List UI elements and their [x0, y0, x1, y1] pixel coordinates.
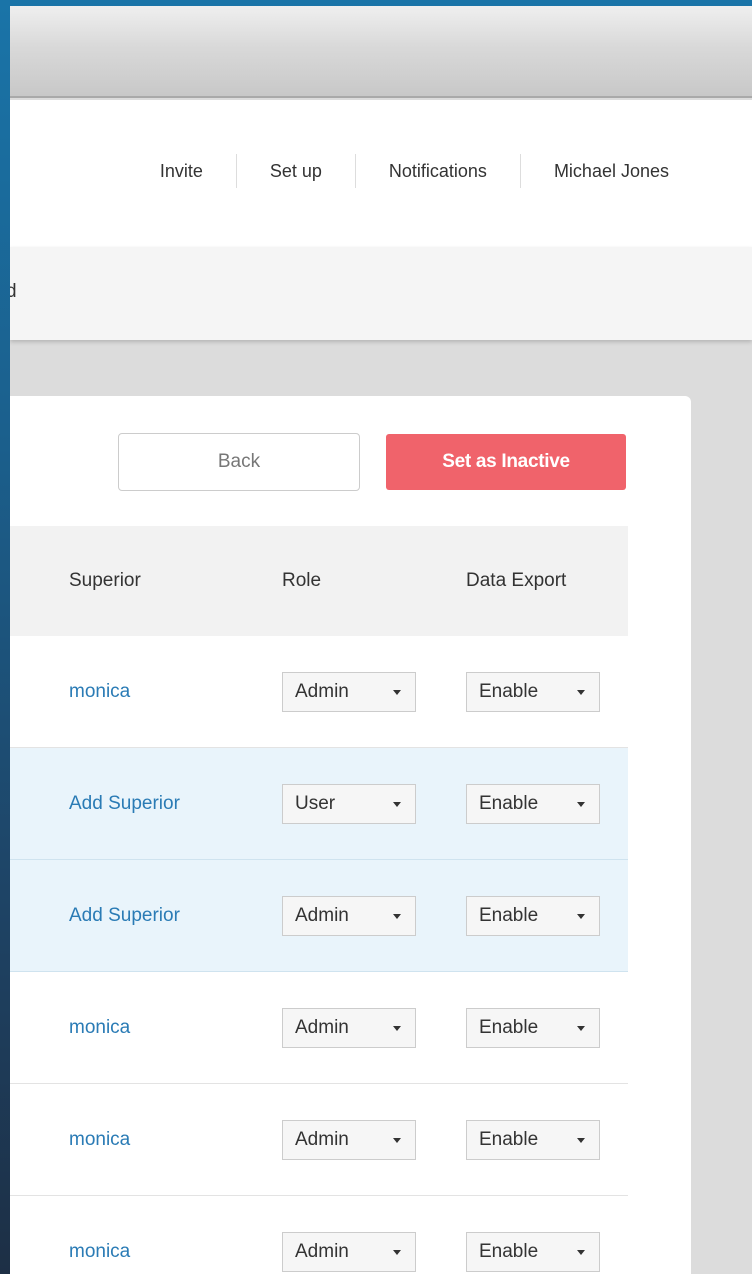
set-inactive-button[interactable]: Set as Inactive [386, 434, 626, 490]
data-export-select[interactable]: Enable [466, 896, 600, 936]
nav-links: Invite Set up Notifications Michael Jone… [127, 154, 702, 188]
superior-link[interactable]: monica [69, 972, 130, 1084]
window-toolbar [10, 6, 752, 98]
chevron-down-icon [393, 914, 401, 919]
data-export-value: Enable [479, 1129, 539, 1150]
role-value: Admin [295, 681, 349, 702]
chevron-down-icon [577, 802, 585, 807]
back-button[interactable]: Back [118, 433, 360, 491]
role-value: Admin [295, 1241, 349, 1262]
chevron-down-icon [577, 1026, 585, 1031]
data-export-value: Enable [479, 1017, 539, 1038]
chevron-down-icon [577, 914, 585, 919]
browser-window: Invite Set up Notifications Michael Jone… [10, 6, 752, 1274]
role-select[interactable]: User [282, 784, 416, 824]
table-row[interactable]: Add Superior User Enable [10, 748, 628, 860]
data-export-select[interactable]: Enable [466, 1120, 600, 1160]
role-select[interactable]: Admin [282, 1120, 416, 1160]
table-row[interactable]: monica Admin Enable [10, 636, 628, 748]
chevron-down-icon [577, 690, 585, 695]
nav-link-user-menu[interactable]: Michael Jones [521, 155, 702, 187]
role-select[interactable]: Admin [282, 896, 416, 936]
column-header-superior: Superior [69, 570, 141, 591]
users-card: Back Set as Inactive Superior Role Data … [10, 396, 691, 1274]
data-export-value: Enable [479, 681, 539, 702]
superior-link[interactable]: monica [69, 636, 130, 748]
data-export-select[interactable]: Enable [466, 1008, 600, 1048]
table-row[interactable]: monica Admin Enable [10, 1084, 628, 1196]
chevron-down-icon [393, 802, 401, 807]
top-navigation: Invite Set up Notifications Michael Jone… [10, 100, 752, 247]
add-superior-link[interactable]: Add Superior [69, 748, 180, 860]
table-row[interactable]: monica Admin Enable [10, 972, 628, 1084]
superior-link[interactable]: monica [69, 1196, 130, 1274]
chevron-down-icon [393, 1250, 401, 1255]
data-export-value: Enable [479, 1241, 539, 1262]
chevron-down-icon [393, 1026, 401, 1031]
role-value: Admin [295, 905, 349, 926]
column-header-data-export: Data Export [466, 570, 567, 591]
superior-link[interactable]: monica [69, 1084, 130, 1196]
role-value: User [295, 793, 336, 814]
table-row[interactable]: monica Admin Enable [10, 1196, 628, 1274]
role-select[interactable]: Admin [282, 1232, 416, 1272]
table-row[interactable]: Add Superior Admin Enable [10, 860, 628, 972]
data-export-value: Enable [479, 905, 539, 926]
data-export-select[interactable]: Enable [466, 672, 600, 712]
nav-link-notifications[interactable]: Notifications [356, 155, 520, 187]
sub-header-bar: d [10, 247, 752, 340]
data-export-select[interactable]: Enable [466, 784, 600, 824]
role-value: Admin [295, 1129, 349, 1150]
chevron-down-icon [577, 1250, 585, 1255]
data-export-select[interactable]: Enable [466, 1232, 600, 1272]
chevron-down-icon [577, 1138, 585, 1143]
role-value: Admin [295, 1017, 349, 1038]
add-superior-link[interactable]: Add Superior [69, 860, 180, 972]
table-header: Superior Role Data Export [10, 526, 628, 636]
users-table: Superior Role Data Export monica Admin E… [10, 526, 628, 1274]
sub-header-title: d [10, 281, 17, 302]
nav-link-invite[interactable]: Invite [127, 155, 236, 187]
role-select[interactable]: Admin [282, 672, 416, 712]
chevron-down-icon [393, 1138, 401, 1143]
column-header-role: Role [282, 570, 322, 591]
role-select[interactable]: Admin [282, 1008, 416, 1048]
data-export-value: Enable [479, 793, 539, 814]
chevron-down-icon [393, 690, 401, 695]
nav-link-setup[interactable]: Set up [237, 155, 355, 187]
